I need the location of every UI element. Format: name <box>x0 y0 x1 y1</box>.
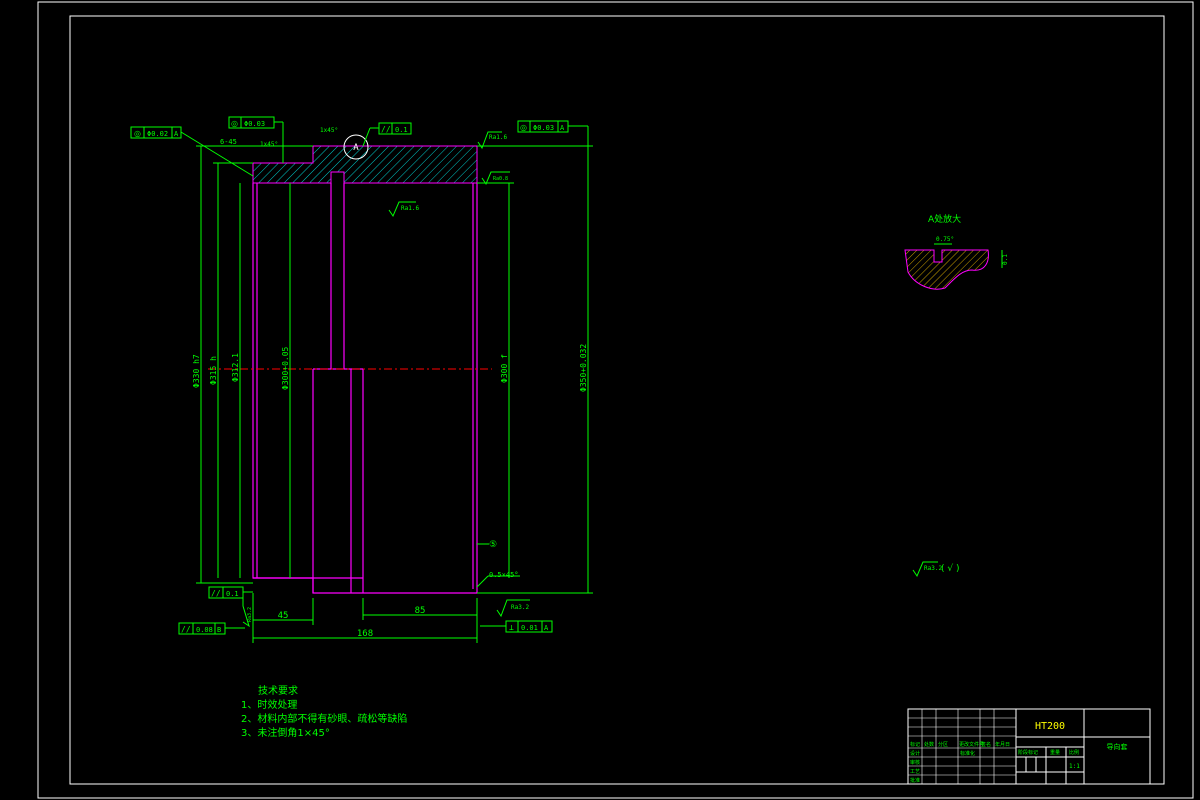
detail-a-balloon-label: A <box>353 143 359 153</box>
svg-text:0.08: 0.08 <box>196 626 213 634</box>
technical-requirements: 技术要求 1、时效处理 2、材料内部不得有砂眼、疏松等缺陷 3、未注倒角1×45… <box>241 684 407 739</box>
dim-dia-right: Φ300 f <box>500 354 509 383</box>
tech-req-item-3: 3、未注倒角1×45° <box>241 726 330 739</box>
dim-dia-left2: Φ315 h <box>209 356 218 385</box>
fcf-top-mid: ◎ Φ0.03 <box>228 116 284 163</box>
svg-text://: // <box>181 625 191 634</box>
title-standard: 标准化 <box>960 750 975 757</box>
fcf-perp-bottom: ⊥ 0.01 A <box>480 620 553 633</box>
title-row-label-4: 批准 <box>910 777 920 784</box>
cad-drawing-sheet: 168 45 85 Φ330 h7 Φ315 h Φ312.1 Φ300+0.0… <box>37 1 1194 799</box>
tech-req-item-1: 1、时效处理 <box>241 698 297 711</box>
main-section-view <box>208 145 492 594</box>
svg-text:Φ0.02: Φ0.02 <box>147 130 168 138</box>
tech-req-item-2: 2、材料内部不得有砂眼、疏松等缺陷 <box>241 712 407 725</box>
svg-text:( √ ): ( √ ) <box>941 563 959 574</box>
title-col-label-1: 分区 <box>938 741 948 748</box>
svg-text:Ra0.8: Ra0.8 <box>493 176 508 182</box>
title-block: 标记 设计 审核 工艺 批准 处数 分区 更改文件号 签名 年月日 标准化 阶段… <box>907 708 1151 785</box>
fcf-top-right: ◎ Φ0.03 A <box>517 120 589 146</box>
svg-text:◎: ◎ <box>134 129 141 138</box>
title-weight-label: 重量 <box>1050 749 1060 756</box>
svg-text://: // <box>381 125 391 134</box>
svg-text:Ra3.2: Ra3.2 <box>511 604 529 611</box>
dim-chamfer-left: 1x45° <box>260 141 278 148</box>
detail-view-a: A处放大 0.75° 0.1 <box>904 213 1009 290</box>
dim-left-step: 45 <box>278 611 289 621</box>
detail-title: A处放大 <box>928 213 961 225</box>
dim-dia-outer-right: Φ350+0.032 <box>579 344 588 392</box>
title-col-label-0: 处数 <box>924 741 934 748</box>
fcf-parallel-left: // 0.1 <box>208 586 253 599</box>
dim-chamfer-top: 6-45 <box>220 138 237 146</box>
title-row-label-2: 审核 <box>910 759 920 766</box>
roughness-left-bottom: Ra3.2 <box>242 598 253 628</box>
svg-text:B: B <box>217 626 221 634</box>
svg-text:⊥: ⊥ <box>509 623 514 632</box>
detail-dim: 0.1 <box>1002 254 1009 265</box>
tech-req-title: 技术要求 <box>258 684 298 697</box>
svg-text:0.1: 0.1 <box>226 590 239 598</box>
title-col-label-4: 年月日 <box>995 741 1010 748</box>
dim-right-step: 85 <box>415 606 426 616</box>
fcf-top-left: ◎ Φ0.02 A <box>130 126 254 177</box>
svg-text:◎: ◎ <box>520 123 527 132</box>
svg-text:Ra3.2: Ra3.2 <box>924 565 942 572</box>
ref-mark: ⑤ <box>489 540 497 550</box>
title-row-label-0: 标记 <box>910 741 920 748</box>
dim-dia-bore: Φ300+0.05 <box>281 346 290 390</box>
dim-dia-outer-left: Φ330 h7 <box>192 354 201 388</box>
detail-hatch <box>904 249 989 290</box>
title-scale-label: 比例 <box>1069 749 1079 756</box>
svg-text:0.1: 0.1 <box>395 126 408 134</box>
section-hatch <box>252 145 478 184</box>
svg-text:Φ0.03: Φ0.03 <box>244 120 265 128</box>
dim-chamfer-top2: 1x45° <box>320 127 338 134</box>
svg-text://: // <box>211 589 221 598</box>
general-roughness: Ra3.2 ( √ ) <box>912 561 959 578</box>
svg-text:Ra1.6: Ra1.6 <box>489 134 507 141</box>
title-row-label-3: 工艺 <box>910 769 920 775</box>
svg-text:A: A <box>544 624 549 632</box>
svg-text:A: A <box>560 124 565 132</box>
detail-angle: 0.75° <box>936 236 954 243</box>
svg-text:◎: ◎ <box>231 119 238 128</box>
fcf-parallel-top: // 0.1 <box>362 122 412 147</box>
svg-text:A: A <box>174 130 179 138</box>
svg-text:0.01: 0.01 <box>521 624 538 632</box>
roughness-bottom: Ra3.2 <box>496 599 530 618</box>
title-stage-label: 阶段标记 <box>1018 749 1038 756</box>
dim-dia-left3: Φ312.1 <box>231 353 240 382</box>
roughness-mid: Ra1.6 <box>388 201 419 218</box>
svg-text:Φ0.03: Φ0.03 <box>533 124 554 132</box>
material-label: HT200 <box>1035 721 1065 732</box>
fcf-parallel-bottom: // 0.08 B <box>178 622 245 635</box>
dim-overall-length: 168 <box>357 629 373 639</box>
title-scale: 1:1 <box>1069 763 1080 770</box>
svg-text:Ra3.2: Ra3.2 <box>247 607 253 622</box>
roughness-right-top: Ra0.8 <box>481 171 510 186</box>
inner-drawing-frame <box>69 15 1165 785</box>
part-name: 导向套 <box>1107 742 1128 751</box>
svg-text:Ra1.6: Ra1.6 <box>401 205 419 212</box>
dim-chamfer-bottom: 0.5×45° <box>489 571 519 579</box>
outer-sheet-border <box>37 1 1194 799</box>
title-col-label-3: 签名 <box>981 741 991 748</box>
title-row-label-1: 设计 <box>910 750 920 757</box>
